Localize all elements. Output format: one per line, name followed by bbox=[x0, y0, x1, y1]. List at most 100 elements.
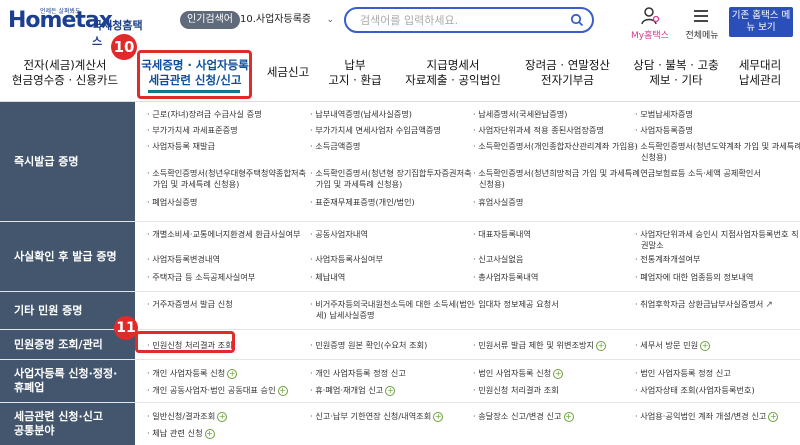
menu-link[interactable]: · 주택자금 등 소득공제사실여부 bbox=[147, 272, 255, 283]
menu-link[interactable]: · 전통계좌개설여부 bbox=[635, 254, 700, 265]
menu-link-text: · 체납 관련 신청 bbox=[147, 428, 203, 438]
menu-link[interactable]: · 개별소비세·교통에너지환경세 환급사실여부 bbox=[147, 229, 301, 240]
menu-link[interactable]: · 사업자단위과세 승인시 지점사업자등록번호 직 bbox=[635, 229, 799, 240]
menu-link[interactable]: · 사업자상태 조회(사업자등록번호) bbox=[635, 385, 755, 396]
nav-item-e-invoice[interactable]: 전자(세금)계산서 현금영수증 · 신용카드 bbox=[10, 58, 120, 88]
menu-link[interactable]: · 휴업사실증명 bbox=[473, 197, 523, 208]
menu-link[interactable]: · 민원증명 원본 확인(수요처 조회) bbox=[310, 340, 427, 351]
menu-link-text: · 법인 사업자등록 신청 bbox=[473, 368, 552, 378]
menu-link[interactable]: · 연금보험료등 소득·세액 공제확인서 bbox=[635, 168, 761, 179]
menu-link[interactable]: · 폐업사실증명 bbox=[147, 197, 197, 208]
menu-link[interactable]: · 거주자증명서 발급 신청 bbox=[147, 299, 233, 310]
category-label: 민원증명 조회/관리 bbox=[0, 330, 135, 359]
menu-link[interactable]: · 일반신청/결과조회 + bbox=[147, 411, 228, 422]
menu-link[interactable]: · 소득금액증명 bbox=[310, 141, 360, 152]
highlight-box-nav bbox=[137, 50, 252, 99]
all-menu-label: 전체메뉴 bbox=[685, 31, 719, 41]
nav-item-payment-statement[interactable]: 지급명세서 자료제출 · 공익법인 bbox=[398, 58, 508, 88]
menu-link[interactable]: · 표준재무제표증명(개인/법인) bbox=[310, 197, 415, 208]
nav-item-tax-agent[interactable]: 세무대리 납세관리 bbox=[725, 58, 795, 88]
menu-link[interactable]: · 부가가치세 과세표준증명 bbox=[147, 125, 238, 136]
menu-link[interactable]: · 임대차 정보제공 요청서 bbox=[473, 299, 559, 310]
menu-link[interactable]: · 개인 공동사업자·법인 공동대표 승인 + bbox=[147, 385, 288, 396]
menu-link[interactable]: · 송달장소 신고/변경 신고 + bbox=[473, 411, 574, 422]
search-icon[interactable] bbox=[570, 13, 584, 27]
nav-item-payment[interactable]: 납부 고지 · 환급 bbox=[325, 58, 385, 88]
category-label: 사실확인 후 발급 증명 bbox=[0, 222, 135, 291]
menu-link[interactable]: · 모범납세자증명 bbox=[635, 109, 693, 120]
menu-link[interactable]: · 사업자단위과세 적용 종된사업장증명 bbox=[473, 125, 604, 136]
menu-link-text: · 개인 사업자등록 신청 bbox=[147, 368, 226, 378]
nav-item-consult[interactable]: 상담 · 불복 · 고충 제보 · 기타 bbox=[626, 58, 726, 88]
menu-link-cont[interactable]: 세) 납세사실증명 bbox=[316, 310, 375, 321]
menu-link-cont[interactable]: 권말소 bbox=[641, 240, 664, 251]
menu-link[interactable]: · 사업용·공익법인 계좌 개설/변경 신고 + bbox=[635, 411, 779, 422]
category-label: 즉시발급 증명 bbox=[0, 102, 135, 221]
chevron-down-icon: ⌄ bbox=[326, 15, 334, 25]
menu-link[interactable]: · 개인 사업자등록 정정 신고 bbox=[310, 368, 406, 379]
menu-link-cont[interactable]: 신청용) bbox=[641, 152, 667, 163]
row-items: · 근로(자녀)장려금 수급사실 증명 · 납부내역증명(납세사실증명) · 납… bbox=[135, 102, 800, 221]
menu-link[interactable]: · 법인 사업자등록 신청 + bbox=[473, 368, 564, 379]
search-input[interactable] bbox=[360, 13, 560, 27]
menu-link[interactable]: · 법인 사업자등록 정정 신고 bbox=[635, 368, 731, 379]
menu-link[interactable]: · 민원서류 발급 제한 및 위변조방지 + bbox=[473, 340, 607, 351]
external-link-icon: ↗ bbox=[765, 300, 773, 310]
menu-link-cont[interactable]: 가입 및 과세특례 신청용) bbox=[153, 179, 239, 190]
menu-link[interactable]: · 근로(자녀)장려금 수급사실 증명 bbox=[147, 109, 262, 120]
menu-link[interactable]: · 개인 사업자등록 신청 + bbox=[147, 368, 238, 379]
menu-link-cont[interactable]: 신청용) bbox=[479, 179, 505, 190]
menu-link[interactable]: · 취업후학자금 상환금납부사실증명서 ↗ bbox=[635, 299, 773, 311]
nav-item-line2: 제보 · 기타 bbox=[649, 73, 703, 87]
menu-link[interactable]: · 사업자등록사실여부 bbox=[310, 254, 383, 265]
menu-link[interactable]: · 대표자등록내역 bbox=[473, 229, 531, 240]
category-label: 사업자등록 신청·정정· 휴폐업 bbox=[0, 360, 135, 402]
menu-link-text: · 세무서 방문 민원 bbox=[635, 340, 699, 350]
menu-link[interactable]: · 소득확인증명서(청년우대형주택청약종합저축 bbox=[147, 168, 306, 179]
menu-link-text: · 취업후학자금 상환금납부사실증명서 bbox=[635, 299, 764, 309]
menu-link[interactable]: · 민원신청 처리결과 조회 bbox=[473, 385, 559, 396]
menu-link[interactable]: · 소득확인증명서(청년도약계좌 가입 및 과세특례 bbox=[635, 141, 800, 152]
menu-link[interactable]: · 총사업자등록내역 bbox=[473, 272, 538, 283]
nav-item-line1: 전자(세금)계산서 bbox=[23, 58, 107, 72]
nav-item-tax-return[interactable]: 세금신고 bbox=[258, 65, 318, 80]
nav-item-line1: 장려금 · 연말정산 bbox=[524, 58, 611, 72]
category-line1: 세금관련 신청·신고 bbox=[14, 410, 103, 423]
nav-item-incentive[interactable]: 장려금 · 연말정산 전자기부금 bbox=[510, 58, 625, 88]
plus-icon: + bbox=[277, 385, 288, 396]
menu-link[interactable]: · 신고사실없음 bbox=[473, 254, 523, 265]
menu-link[interactable]: · 납세증명서(국세완납증명) bbox=[473, 109, 567, 120]
menu-link[interactable]: · 체납내역 bbox=[310, 272, 345, 283]
menu-link[interactable]: · 폐업자에 대한 업종등의 정보내역 bbox=[635, 272, 753, 283]
menu-link[interactable]: · 휴·폐업·재개업 신고 + bbox=[310, 385, 396, 396]
menu-link[interactable]: · 소득확인증명서(청년형 장기집합투자증권저축 bbox=[310, 168, 472, 179]
nav-item-line1: 세금신고 bbox=[266, 65, 310, 79]
menu-link[interactable]: · 공동사업자내역 bbox=[310, 229, 368, 240]
all-menu-button[interactable]: 전체메뉴 bbox=[682, 6, 719, 41]
menu-link[interactable]: · 체납 관련 신청 + bbox=[147, 428, 215, 439]
menu-link[interactable]: · 납부내역증명(납세사실증명) bbox=[310, 109, 412, 120]
menu-link[interactable]: · 사업자등록변경내역 bbox=[147, 254, 220, 265]
row-business-registration: 사업자등록 신청·정정· 휴폐업 · 개인 사업자등록 신청 + · 개인 사업자… bbox=[0, 360, 800, 403]
menu-link[interactable]: · 세무서 방문 민원 + bbox=[635, 340, 711, 351]
step-badge-10: 10 bbox=[111, 34, 137, 60]
nav-item-line1: 지급명세서 bbox=[426, 58, 480, 72]
menu-link[interactable]: · 부가가치세 면세사업자 수입금액증명 bbox=[310, 125, 441, 136]
nav-item-line2: 현금영수증 · 신용카드 bbox=[11, 73, 119, 87]
menu-link-cont[interactable]: 가입 및 과세특례 신청용) bbox=[316, 179, 402, 190]
my-hometax-label: My홈택스 bbox=[631, 31, 669, 41]
basic-hometax-button[interactable]: 기존 홈택스 메뉴 보기 bbox=[729, 7, 793, 37]
menu-link[interactable]: · 비거주자등의국내원천소득에 대한 소득세(법인 bbox=[310, 299, 474, 310]
plus-icon: + bbox=[563, 411, 574, 422]
my-hometax-button[interactable]: My홈택스 bbox=[630, 6, 669, 41]
popular-search-select[interactable]: 10.사업자등록증 ⌄ bbox=[240, 11, 336, 29]
menu-link[interactable]: · 소득확인증명서(청년희망적금 가입 및 과세특례 bbox=[473, 168, 640, 179]
menu-link-text: · 일반신청/결과조회 bbox=[147, 411, 216, 421]
menu-link[interactable]: · 소득확인증명서(개인종합자산관리계좌 가입용) bbox=[473, 141, 638, 152]
nav-item-line1: 납부 bbox=[344, 58, 366, 72]
menu-link[interactable]: · 사업자등록증명 bbox=[635, 125, 693, 136]
nav-item-line2: 자료제출 · 공익법인 bbox=[405, 73, 501, 87]
row-items: · 개별소비세·교통에너지환경세 환급사실여부 · 공동사업자내역 · 대표자등… bbox=[135, 222, 800, 291]
menu-link[interactable]: · 신고·납부 기한연장 신청/내역조회 + bbox=[310, 411, 444, 422]
menu-link[interactable]: · 사업자등록 재발급 bbox=[147, 141, 215, 152]
